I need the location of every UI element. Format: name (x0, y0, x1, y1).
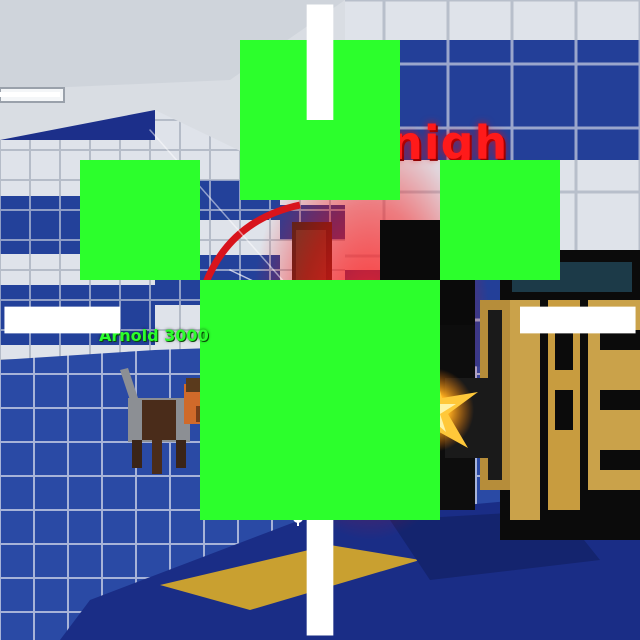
game-viewport[interactable]: wonigh Arnold 3000 (0, 0, 640, 640)
crosshair-icon (4, 4, 636, 636)
